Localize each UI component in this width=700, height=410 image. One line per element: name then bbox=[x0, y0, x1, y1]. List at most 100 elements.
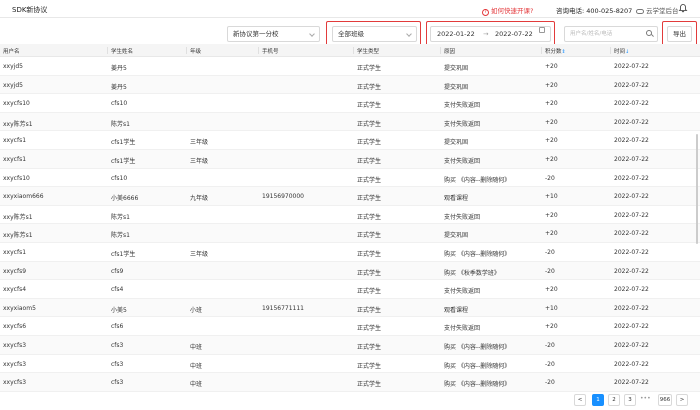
cell-points: +20 bbox=[545, 155, 558, 163]
export-button[interactable]: 导出 bbox=[667, 26, 692, 42]
cell-time: 2022-07-22 bbox=[614, 323, 649, 331]
cell-grade: 三年级 bbox=[190, 157, 209, 165]
cell-points: +20 bbox=[545, 63, 558, 70]
cell-reason: 支付失败返回 bbox=[444, 120, 481, 128]
cell-username: xxycfs3 bbox=[3, 360, 27, 368]
cell-username: xxyjd5 bbox=[3, 63, 23, 70]
help-link[interactable]: ? 如何快速开课? bbox=[482, 5, 533, 16]
cell-reason: 支付失败返回 bbox=[444, 102, 481, 110]
cell-student-name: 姜丹5 bbox=[111, 83, 127, 91]
question-circle-icon: ? bbox=[482, 9, 489, 16]
cell-student-name: cfs3 bbox=[111, 360, 124, 368]
cell-reason: 购买 《秋季数学班》 bbox=[444, 269, 500, 277]
cell-username: xxycfs9 bbox=[3, 267, 27, 275]
table-row: xxyxiaom5 小美5 小班 19156771111 正式学生 观看课程 +10 2022… bbox=[0, 298, 700, 318]
col-points[interactable]: 积分数⇕ bbox=[541, 47, 566, 55]
sort-icon[interactable]: ⇕ bbox=[562, 49, 566, 55]
cell-points: +10 bbox=[545, 304, 558, 312]
scrollbar-thumb[interactable] bbox=[696, 134, 698, 244]
cell-time: 2022-07-22 bbox=[614, 304, 649, 312]
page-1-button[interactable]: 1 bbox=[592, 394, 604, 406]
cloud-admin-link[interactable]: 云学堂后台 bbox=[636, 5, 679, 15]
cell-username: xxy陈芳s1 bbox=[3, 213, 33, 221]
class-select-value: 全部班级 bbox=[338, 30, 364, 38]
cell-time: 2022-07-22 bbox=[614, 286, 649, 294]
cell-username: xxyjd5 bbox=[3, 81, 23, 89]
table-scrollbar[interactable] bbox=[695, 44, 699, 389]
cell-reason: 观看课程 bbox=[444, 306, 469, 314]
pagination-ellipsis[interactable]: ••• bbox=[640, 395, 651, 402]
cell-student-type: 正式学生 bbox=[357, 232, 382, 240]
cell-reason: 观看课程 bbox=[444, 195, 469, 203]
bell-icon[interactable] bbox=[678, 3, 688, 13]
cell-time: 2022-07-22 bbox=[614, 248, 649, 256]
table-row: xxyjd5 姜丹5 正式学生 提交巩固 +20 2022-07-22 bbox=[0, 75, 700, 95]
cell-points: +20 bbox=[545, 100, 558, 108]
cell-phone: 19156771111 bbox=[262, 304, 304, 312]
cell-student-name: cfs3 bbox=[111, 379, 124, 387]
cell-student-type: 正式学生 bbox=[357, 65, 382, 72]
prev-page-button[interactable]: < bbox=[574, 394, 586, 406]
cloud-icon bbox=[636, 8, 644, 14]
cell-reason: 购买 《内容--删除随何》 bbox=[444, 381, 511, 389]
cell-points: +20 bbox=[545, 286, 558, 294]
cell-student-type: 正式学生 bbox=[357, 157, 382, 165]
cell-reason: 支付失败返回 bbox=[444, 288, 481, 296]
calendar-icon bbox=[539, 27, 545, 33]
col-phone: 手机号 bbox=[258, 47, 279, 55]
cell-grade: 小班 bbox=[190, 306, 203, 314]
cell-points: -20 bbox=[545, 360, 555, 368]
pagination: < 1 2 3 ••• 966 > bbox=[574, 394, 690, 406]
cell-username: xxycfs1 bbox=[3, 155, 27, 163]
cell-student-type: 正式学生 bbox=[357, 269, 382, 277]
cell-student-name: 小美5 bbox=[111, 306, 127, 314]
cell-points: -20 bbox=[545, 379, 555, 387]
cell-phone: 19156970000 bbox=[262, 193, 304, 201]
cell-student-name: 陈芳s1 bbox=[111, 213, 130, 221]
cell-username: xxy陈芳s1 bbox=[3, 232, 33, 240]
cell-username: xxycfs3 bbox=[3, 341, 27, 349]
cell-time: 2022-07-22 bbox=[614, 267, 649, 275]
search-input[interactable]: 用户名/姓名/电话 bbox=[564, 26, 658, 42]
cell-points: +20 bbox=[545, 323, 558, 331]
cell-student-name: cfs3 bbox=[111, 341, 124, 349]
table-row: xxyjd5 姜丹5 正式学生 提交巩固 +20 2022-07-22 bbox=[0, 57, 700, 76]
class-select[interactable]: 全部班级 bbox=[332, 26, 417, 42]
sort-desc-icon[interactable]: ↓ bbox=[625, 49, 629, 55]
col-time[interactable]: 时间↓ bbox=[610, 47, 629, 55]
protocol-select-value: 新协议第一分校 bbox=[233, 30, 279, 38]
last-page-button[interactable]: 966 bbox=[658, 394, 672, 406]
cell-student-name: cfs10 bbox=[111, 100, 128, 108]
cell-username: xxyxiaom666 bbox=[3, 193, 44, 201]
search-icon[interactable] bbox=[646, 30, 652, 36]
cell-time: 2022-07-22 bbox=[614, 174, 649, 182]
cell-username: xxycfs1 bbox=[3, 248, 27, 256]
cell-student-type: 正式学生 bbox=[357, 381, 382, 389]
app-title: SDK新协议 bbox=[12, 6, 48, 14]
cell-student-type: 正式学生 bbox=[357, 343, 382, 351]
date-start[interactable]: 2022-01-22 bbox=[437, 27, 475, 41]
page-2-button[interactable]: 2 bbox=[608, 394, 620, 406]
cell-student-type: 正式学生 bbox=[357, 213, 382, 221]
table-row: xxycfs3 cfs3 中班 正式学生 购买 《内容--删除随何》 -20 2022-07… bbox=[0, 373, 700, 392]
cell-student-name: cfs1学生 bbox=[111, 157, 136, 165]
table-row: xxycfs4 cfs4 正式学生 支付失败返回 +20 2022-07-22 bbox=[0, 280, 700, 299]
cell-username: xxyxiaom5 bbox=[3, 304, 36, 312]
cell-username: xxycfs4 bbox=[3, 286, 27, 294]
cell-student-type: 正式学生 bbox=[357, 250, 382, 258]
cell-time: 2022-07-22 bbox=[614, 360, 649, 368]
page-3-button[interactable]: 3 bbox=[624, 394, 636, 406]
col-student-type: 学生类型 bbox=[353, 47, 379, 55]
cell-time: 2022-07-22 bbox=[614, 341, 649, 349]
cell-time: 2022-07-22 bbox=[614, 193, 649, 201]
cell-grade: 中班 bbox=[190, 362, 203, 370]
protocol-select[interactable]: 新协议第一分校 bbox=[227, 26, 320, 42]
cell-reason: 支付失败返回 bbox=[444, 325, 481, 333]
table-row: xxycfs3 cfs3 中班 正式学生 购买 《内容--删除随何》 -20 2022-07… bbox=[0, 335, 700, 355]
cell-student-name: 姜丹5 bbox=[111, 65, 127, 72]
cell-time: 2022-07-22 bbox=[614, 230, 649, 238]
next-page-button[interactable]: > bbox=[676, 394, 688, 406]
date-end[interactable]: 2022-07-22 bbox=[495, 27, 533, 41]
date-range-picker[interactable]: 2022-01-22 → 2022-07-22 bbox=[430, 26, 551, 42]
cell-time: 2022-07-22 bbox=[614, 100, 649, 108]
